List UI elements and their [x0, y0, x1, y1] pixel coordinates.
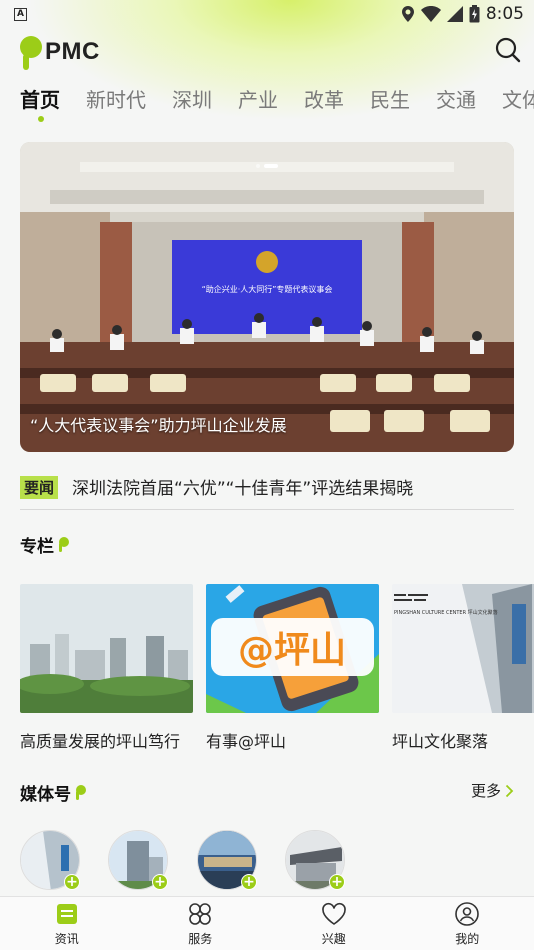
section-accent-icon	[58, 536, 70, 553]
city-image	[20, 584, 193, 713]
column-image-text: @坪山	[238, 630, 346, 671]
headline-badge: 要闻	[20, 476, 59, 499]
column-card[interactable]: PINGSHAN CULTURE CENTER 坪山文化聚落 坪山文化聚落	[392, 584, 534, 752]
logo-text: PMC	[45, 38, 100, 65]
column-image-text: PINGSHAN CULTURE CENTER 坪山文化聚落	[394, 609, 498, 616]
tab-traffic[interactable]: 交通	[436, 84, 476, 124]
status-bar: A 8:05	[0, 0, 534, 28]
notification-icon: A	[14, 7, 27, 21]
logo-mark	[20, 36, 42, 70]
columns-section-title: 专栏	[20, 532, 70, 557]
column-label: 坪山文化聚落	[392, 732, 489, 751]
nav-item-interest[interactable]: 兴趣	[267, 897, 401, 950]
tab-industry[interactable]: 产业	[238, 84, 278, 124]
tab-livelihood[interactable]: 民生	[370, 84, 410, 124]
columns-carousel: 高质量发展的坪山笃行 @坪山 有事@坪山 PINGSHAN CULTURE CE…	[20, 584, 534, 754]
nav-item-service[interactable]: 服务	[134, 897, 268, 950]
tab-home[interactable]: 首页	[20, 84, 60, 124]
banner-image: “助企兴业·人大同行”专题代表议事会	[20, 142, 514, 452]
search-button[interactable]	[494, 36, 522, 64]
search-icon	[495, 37, 521, 63]
location-icon	[401, 6, 414, 22]
phone-illustration-image: @坪山	[206, 584, 379, 713]
app-header: PMC	[0, 30, 534, 75]
headline-row[interactable]: 要闻 深圳法院首届“六优”“十佳青年”评选结果揭晓	[20, 474, 514, 510]
signal-icon	[446, 6, 463, 22]
news-icon	[56, 904, 77, 924]
service-icon	[189, 903, 212, 925]
follow-plus-icon[interactable]: +	[152, 874, 168, 890]
nav-label: 兴趣	[321, 932, 346, 946]
column-card[interactable]: @坪山 有事@坪山	[206, 584, 379, 752]
banner-pagination	[256, 164, 278, 168]
media-section-title: 媒体号	[20, 780, 87, 805]
column-card[interactable]: 高质量发展的坪山笃行	[20, 584, 193, 752]
nav-item-profile[interactable]: 我的	[401, 897, 534, 950]
tab-reform[interactable]: 改革	[304, 84, 344, 124]
tab-shenzhen[interactable]: 深圳	[172, 84, 212, 124]
profile-icon	[455, 902, 480, 926]
channel-tabs: 首页 新时代 深圳 产业 改革 民生 交通 文体	[20, 84, 534, 124]
follow-plus-icon[interactable]: +	[329, 874, 345, 890]
column-label: 高质量发展的坪山笃行	[20, 732, 181, 751]
nav-label: 资讯	[54, 932, 79, 946]
nav-label: 我的	[455, 932, 480, 946]
tab-new-era[interactable]: 新时代	[86, 84, 146, 124]
banner-carousel[interactable]: “助企兴业·人大同行”专题代表议事会 “人大代表议事会”助力坪山企业发展	[20, 142, 514, 452]
more-link[interactable]: 更多	[471, 780, 514, 801]
battery-icon	[469, 5, 480, 23]
nav-item-news[interactable]: 资讯	[0, 897, 134, 950]
follow-plus-icon[interactable]: +	[241, 874, 257, 890]
wifi-icon	[420, 6, 441, 22]
heart-icon	[321, 902, 346, 925]
tab-culture-sports[interactable]: 文体	[502, 84, 534, 124]
chevron-right-icon	[505, 784, 514, 797]
app-logo: PMC	[20, 34, 100, 70]
section-accent-icon	[75, 784, 87, 801]
media-accounts-row: + + + +	[20, 830, 534, 894]
bottom-navigation: 资讯 服务 兴趣 我的	[0, 896, 534, 950]
column-label: 有事@坪山	[206, 732, 287, 751]
banner-screen-text: “助企兴业·人大同行”专题代表议事会	[202, 284, 333, 294]
banner-caption: “人大代表议事会”助力坪山企业发展	[30, 416, 287, 435]
culture-center-image: PINGSHAN CULTURE CENTER 坪山文化聚落	[392, 584, 534, 713]
status-time: 8:05	[485, 4, 524, 24]
headline-text: 深圳法院首届“六优”“十佳青年”评选结果揭晓	[72, 479, 414, 499]
active-tab-indicator	[38, 116, 44, 122]
follow-plus-icon[interactable]: +	[64, 874, 80, 890]
nav-label: 服务	[188, 932, 213, 946]
